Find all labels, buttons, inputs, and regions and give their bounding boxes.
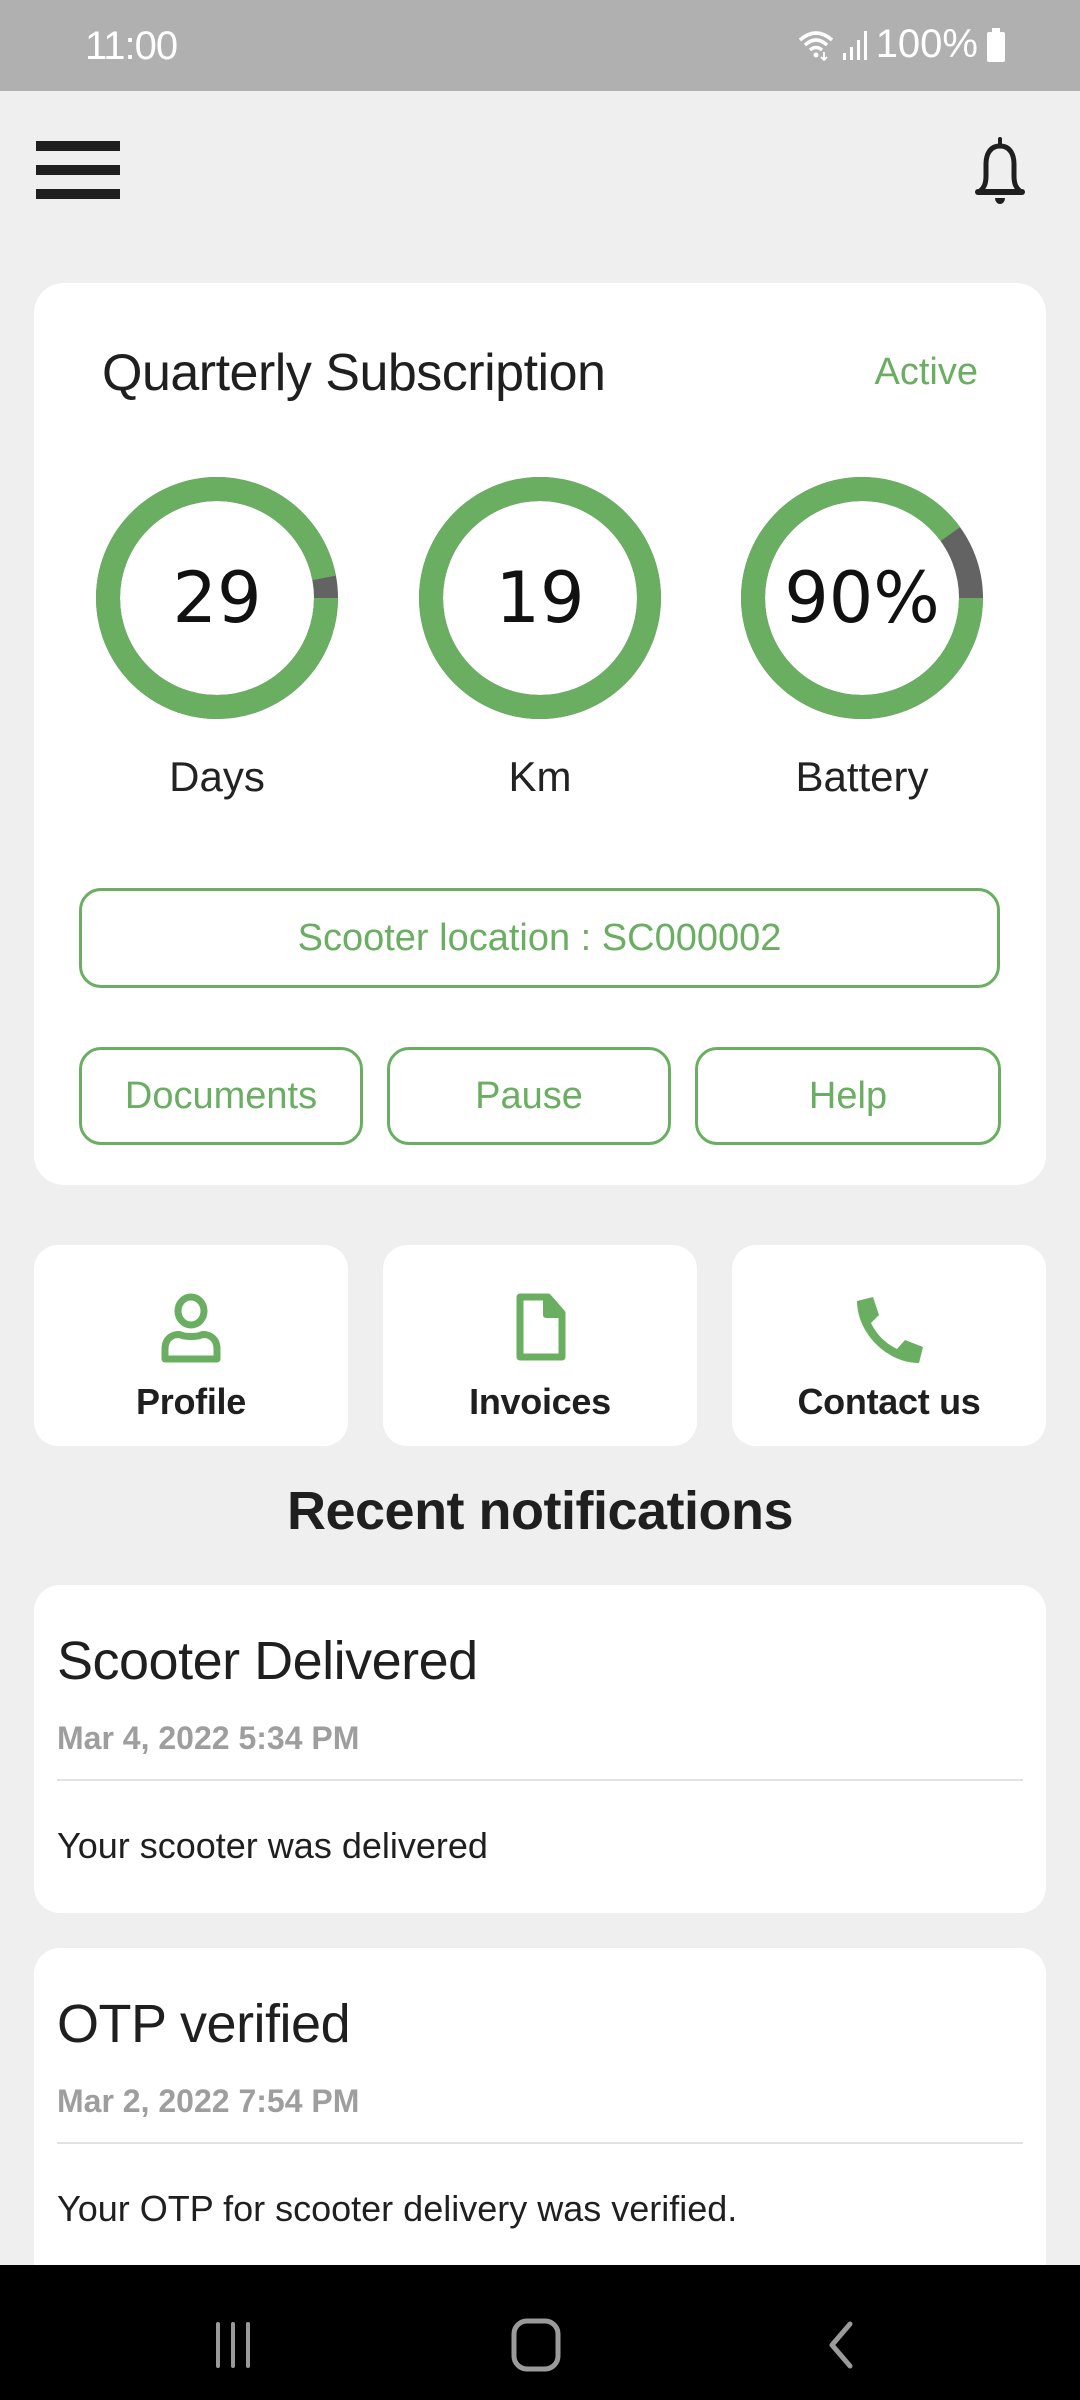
scooter-location-button[interactable]: Scooter location : SC000002	[79, 888, 1000, 988]
signal-icon	[842, 29, 868, 61]
help-button[interactable]: Help	[695, 1047, 1001, 1145]
documents-button[interactable]: Documents	[79, 1047, 363, 1145]
battery-gauge: 90% Battery	[737, 473, 987, 801]
km-gauge-label: Km	[508, 753, 572, 800]
contact-us-tile[interactable]: Contact us	[732, 1245, 1046, 1446]
status-icons: 100%	[798, 22, 1006, 67]
days-gauge-value: 29	[172, 557, 262, 639]
battery-icon	[986, 27, 1006, 62]
hamburger-menu-icon[interactable]	[30, 135, 126, 205]
invoices-tile[interactable]: Invoices	[383, 1245, 697, 1446]
notification-date: Mar 2, 2022 7:54 PM	[57, 2083, 360, 2119]
subscription-title: Quarterly Subscription	[102, 344, 606, 402]
notification-body: Your scooter was delivered	[57, 1825, 488, 1866]
notification-title: OTP verified	[57, 1994, 351, 2054]
recent-notifications-heading: Recent notifications	[286, 1481, 794, 1541]
km-gauge-value: 19	[495, 557, 585, 639]
notification-item[interactable]: Scooter Delivered Mar 4, 2022 5:34 PM Yo…	[34, 1585, 1046, 1913]
profile-icon	[34, 1293, 348, 1363]
days-gauge: 29 Days	[92, 473, 342, 801]
km-gauge: 19 Km	[415, 473, 665, 801]
profile-tile[interactable]: Profile	[34, 1245, 348, 1446]
notification-divider	[57, 2142, 1023, 2144]
notification-item[interactable]: OTP verified Mar 2, 2022 7:54 PM Your OT…	[34, 1948, 1046, 2288]
phone-icon	[732, 1293, 1046, 1363]
system-nav-bar	[0, 2265, 1080, 2400]
invoices-tile-label: Invoices	[469, 1381, 611, 1422]
days-gauge-label: Days	[169, 753, 265, 800]
status-bar: 11:00 100%	[0, 0, 1080, 91]
subscription-status-badge: Active	[874, 351, 978, 393]
back-icon[interactable]	[800, 2315, 880, 2375]
profile-tile-label: Profile	[136, 1381, 246, 1422]
pause-button[interactable]: Pause	[387, 1047, 671, 1145]
notification-divider	[57, 1779, 1023, 1781]
bell-icon[interactable]	[972, 136, 1028, 210]
notification-body: Your OTP for scooter delivery was verifi…	[57, 2188, 738, 2229]
recent-apps-icon[interactable]	[193, 2315, 273, 2375]
status-time: 11:00	[85, 24, 178, 68]
battery-gauge-value: 90%	[784, 557, 940, 639]
notification-date: Mar 4, 2022 5:34 PM	[57, 1720, 360, 1756]
battery-text: 100%	[875, 22, 978, 66]
document-icon	[383, 1293, 697, 1363]
contact-us-tile-label: Contact us	[797, 1381, 981, 1422]
wifi-icon	[798, 28, 834, 62]
home-icon[interactable]	[496, 2315, 576, 2375]
subscription-card: Quarterly Subscription Active 29 Days 19…	[34, 283, 1046, 1185]
notification-title: Scooter Delivered	[57, 1631, 478, 1691]
battery-gauge-label: Battery	[795, 753, 929, 800]
app-header	[0, 91, 1080, 251]
